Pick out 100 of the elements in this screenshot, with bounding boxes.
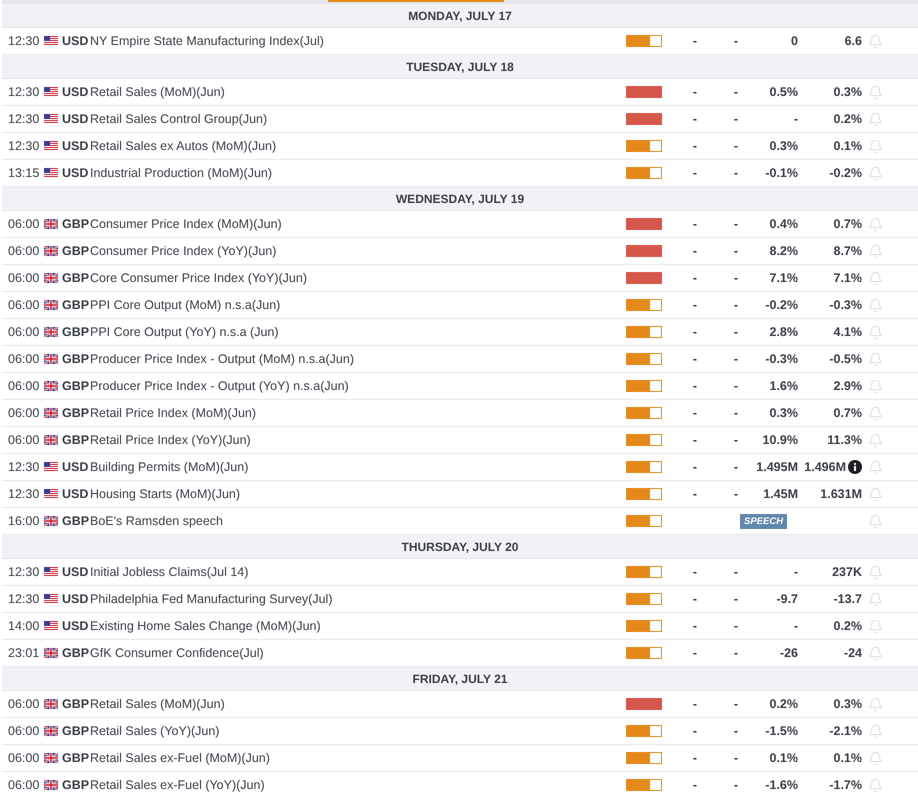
bell-icon[interactable] [868, 696, 883, 712]
uk-flag-icon [44, 246, 58, 256]
bell-icon[interactable] [868, 84, 883, 100]
event-title[interactable]: Philadelphia Fed Manufacturing Survey(Jul) [90, 592, 626, 606]
consensus-value: 0.3% [770, 406, 798, 420]
deviation-value: - [734, 271, 738, 285]
event-title[interactable]: Industrial Production (MoM)(Jun) [90, 166, 626, 180]
currency-code: GBP [61, 406, 90, 420]
bell-icon[interactable] [868, 298, 883, 312]
consensus-value: 0.5% [770, 85, 798, 99]
consensus-value: 0 [791, 34, 798, 48]
currency-code: GBP [61, 514, 90, 528]
currency-code: GBP [61, 298, 90, 312]
event-title[interactable]: Consumer Price Index (MoM)(Jun) [90, 217, 626, 231]
bell-icon[interactable] [868, 378, 883, 394]
previous-value: -0.3% [829, 298, 862, 312]
event-title[interactable]: Consumer Price Index (YoY)(Jun) [90, 244, 626, 258]
previous-value: 0.7% [834, 406, 862, 420]
actual-value: - [692, 724, 698, 738]
bell-icon[interactable] [868, 406, 883, 420]
consensus-value: -0.3% [765, 352, 798, 366]
currency-code: USD [61, 85, 90, 99]
event-time: 16:00 [8, 514, 40, 528]
event-title[interactable]: Retail Sales (MoM)(Jun) [90, 85, 626, 99]
event-title[interactable]: Building Permits (MoM)(Jun) [90, 460, 626, 474]
previous-value: 0.2% [834, 619, 862, 633]
us-flag-icon [44, 36, 58, 46]
bell-icon[interactable] [868, 592, 883, 606]
bell-icon[interactable] [868, 564, 883, 580]
previous-value: 6.6 [844, 34, 862, 48]
actual-value: - [692, 112, 698, 126]
bell-icon[interactable] [868, 724, 883, 738]
event-title[interactable]: PPI Core Output (MoM) n.s.a(Jun) [90, 298, 626, 312]
event-title[interactable]: Retail Sales (YoY)(Jun) [90, 724, 626, 738]
uk-flag-icon [44, 327, 58, 337]
event-title[interactable]: Retail Sales ex-Fuel (MoM)(Jun) [90, 751, 626, 765]
event-time: 06:00 [8, 379, 40, 393]
event-title[interactable]: Retail Price Index (YoY)(Jun) [90, 433, 626, 447]
bell-icon[interactable] [868, 486, 883, 502]
bell-icon[interactable] [868, 514, 883, 528]
info-icon[interactable] [848, 460, 862, 474]
bell-icon[interactable] [868, 352, 883, 366]
currency-code: USD [61, 139, 90, 153]
event-time: 12:30 [8, 460, 40, 474]
event-title[interactable]: Producer Price Index - Output (MoM) n.s.a(Jun) [90, 352, 626, 366]
deviation-value: - [734, 352, 738, 366]
consensus-value: -26 [780, 646, 798, 660]
bell-icon[interactable] [868, 618, 883, 634]
actual-value: - [692, 406, 698, 420]
event-title[interactable]: Initial Jobless Claims(Jul 14) [90, 565, 626, 579]
deviation-value: - [734, 751, 738, 765]
previous-value: -1.7% [829, 778, 862, 792]
event-title[interactable]: Retail Sales (MoM)(Jun) [90, 697, 626, 711]
currency-code: GBP [61, 646, 90, 660]
actual-value: - [692, 460, 698, 474]
event-title[interactable]: Producer Price Index - Output (YoY) n.s.a(Jun) [90, 379, 626, 393]
event-title[interactable]: Housing Starts (MoM)(Jun) [90, 487, 626, 501]
bell-icon[interactable] [868, 138, 883, 154]
deviation-value: - [734, 592, 738, 606]
actual-value: - [692, 433, 698, 447]
actual-value: - [692, 697, 698, 711]
bell-icon[interactable] [868, 34, 883, 48]
event-title[interactable]: PPI Core Output (YoY) n.s.a (Jun) [90, 325, 626, 339]
actual-value: - [692, 298, 698, 312]
us-flag-icon [44, 87, 58, 97]
bell-icon[interactable] [868, 750, 883, 766]
bell-icon[interactable] [868, 778, 883, 792]
currency-code: USD [61, 166, 90, 180]
uk-flag-icon [44, 273, 58, 283]
event-title[interactable]: BoE's Ramsden speech [90, 514, 626, 528]
event-title[interactable]: NY Empire State Manufacturing Index(Jul) [90, 34, 626, 48]
event-title[interactable]: GfK Consumer Confidence(Jul) [90, 646, 626, 660]
bell-icon[interactable] [868, 112, 883, 126]
previous-value: -13.7 [834, 592, 862, 606]
event-title[interactable]: Retail Sales Control Group(Jun) [90, 112, 626, 126]
event-title[interactable]: Existing Home Sales Change (MoM)(Jun) [90, 619, 626, 633]
previous-value: 0.3% [834, 697, 862, 711]
uk-flag-icon [44, 354, 58, 364]
actual-value: - [692, 85, 698, 99]
consensus-value: -0.2% [765, 298, 798, 312]
deviation-value: - [734, 646, 738, 660]
bell-icon[interactable] [868, 432, 883, 448]
actual-value: - [692, 646, 698, 660]
previous-value: 0.7% [834, 217, 862, 231]
event-title[interactable]: Retail Price Index (MoM)(Jun) [90, 406, 626, 420]
deviation-value: - [734, 112, 738, 126]
event-title[interactable]: Retail Sales ex-Fuel (YoY)(Jun) [90, 778, 626, 792]
bell-icon[interactable] [868, 270, 883, 286]
event-time: 12:30 [8, 85, 40, 99]
actual-value: - [692, 487, 698, 501]
bell-icon[interactable] [868, 646, 883, 660]
bell-icon[interactable] [868, 324, 883, 340]
bell-icon[interactable] [868, 244, 883, 258]
event-title[interactable]: Retail Sales ex Autos (MoM)(Jun) [90, 139, 626, 153]
bell-icon[interactable] [868, 460, 883, 474]
bell-icon[interactable] [868, 216, 883, 232]
previous-value: -2.1% [829, 724, 862, 738]
event-title[interactable]: Core Consumer Price Index (YoY)(Jun) [90, 271, 626, 285]
bell-icon[interactable] [868, 166, 883, 180]
event-time: 12:30 [8, 34, 40, 48]
